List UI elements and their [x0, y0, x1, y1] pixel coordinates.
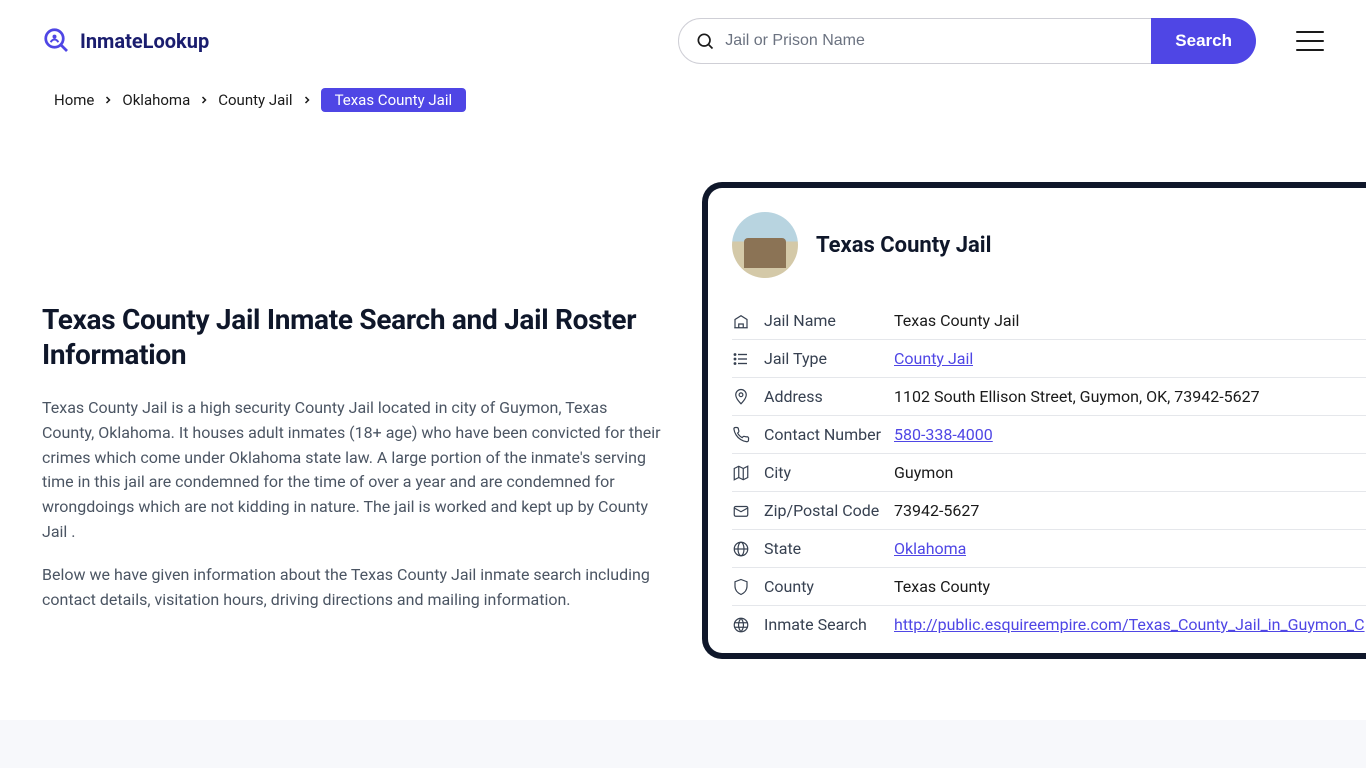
row-jail-type: Jail Type County Jail: [732, 340, 1366, 378]
breadcrumb-current: Texas County Jail: [321, 88, 467, 112]
row-value: Texas County: [894, 577, 990, 596]
row-contact: Contact Number 580-338-4000: [732, 416, 1366, 454]
row-value: http://public.esquireempire.com/Texas_Co…: [894, 615, 1365, 634]
brand-name: InmateLookup: [80, 29, 209, 53]
chevron-right-icon: [301, 94, 313, 106]
row-inmate-search: Inmate Search http://public.esquireempir…: [732, 606, 1366, 643]
jail-type-link[interactable]: County Jail: [894, 349, 973, 368]
row-state: State Oklahoma: [732, 530, 1366, 568]
search-group: Search: [678, 18, 1256, 64]
info-card-column: Texas County Jail Jail Name Texas County…: [702, 152, 1366, 659]
list-icon: [732, 350, 750, 368]
row-value: 580-338-4000: [894, 425, 993, 444]
row-label: Zip/Postal Code: [764, 501, 894, 520]
state-link[interactable]: Oklahoma: [894, 539, 966, 558]
row-label: State: [764, 539, 894, 558]
logo[interactable]: InmateLookup: [42, 26, 209, 56]
article-paragraph-2: Below we have given information about th…: [42, 563, 662, 613]
article-paragraph-1: Texas County Jail is a high security Cou…: [42, 396, 662, 545]
mail-icon: [732, 502, 750, 520]
row-county: County Texas County: [732, 568, 1366, 606]
search-input[interactable]: [725, 32, 1135, 50]
shield-icon: [732, 578, 750, 596]
secondary-section-bg: [0, 720, 1366, 768]
row-value: Oklahoma: [894, 539, 966, 558]
breadcrumb-state[interactable]: Oklahoma: [122, 91, 190, 109]
search-person-icon: [42, 26, 72, 56]
phone-link[interactable]: 580-338-4000: [894, 425, 993, 444]
row-label: Jail Name: [764, 311, 894, 330]
breadcrumb-home[interactable]: Home: [54, 91, 94, 109]
row-label: Inmate Search: [764, 615, 894, 634]
row-label: Address: [764, 387, 894, 406]
card-header: Texas County Jail: [732, 212, 1366, 278]
main-content: Texas County Jail Inmate Search and Jail…: [0, 152, 1366, 659]
row-label: Contact Number: [764, 425, 894, 444]
map-pin-icon: [732, 388, 750, 406]
map-icon: [732, 464, 750, 482]
search-button[interactable]: Search: [1151, 18, 1256, 64]
row-label: Jail Type: [764, 349, 894, 368]
search-icon: [695, 31, 715, 51]
inmate-search-link[interactable]: http://public.esquireempire.com/Texas_Co…: [894, 615, 1365, 634]
row-value: County Jail: [894, 349, 973, 368]
phone-icon: [732, 426, 750, 444]
header-right: Search: [678, 18, 1324, 64]
row-address: Address 1102 South Ellison Street, Guymo…: [732, 378, 1366, 416]
chevron-right-icon: [102, 94, 114, 106]
row-label: County: [764, 577, 894, 596]
facility-avatar: [732, 212, 798, 278]
web-icon: [732, 616, 750, 634]
row-label: City: [764, 463, 894, 482]
page-title: Texas County Jail Inmate Search and Jail…: [42, 302, 662, 372]
search-box[interactable]: [678, 18, 1152, 64]
row-value: 73942-5627: [894, 501, 979, 520]
row-value: Texas County Jail: [894, 311, 1019, 330]
breadcrumb: Home Oklahoma County Jail Texas County J…: [0, 82, 1366, 112]
row-jail-name: Jail Name Texas County Jail: [732, 302, 1366, 340]
article-column: Texas County Jail Inmate Search and Jail…: [42, 152, 662, 630]
menu-button[interactable]: [1296, 31, 1324, 51]
row-value: 1102 South Ellison Street, Guymon, OK, 7…: [894, 387, 1260, 406]
globe-icon: [732, 540, 750, 558]
row-zip: Zip/Postal Code 73942-5627: [732, 492, 1366, 530]
facility-name: Texas County Jail: [816, 233, 991, 258]
page-header: InmateLookup Search: [0, 0, 1366, 82]
chevron-right-icon: [198, 94, 210, 106]
breadcrumb-type[interactable]: County Jail: [218, 91, 292, 109]
building-icon: [732, 312, 750, 330]
row-city: City Guymon: [732, 454, 1366, 492]
row-value: Guymon: [894, 463, 953, 482]
facility-info-card: Texas County Jail Jail Name Texas County…: [702, 182, 1366, 659]
